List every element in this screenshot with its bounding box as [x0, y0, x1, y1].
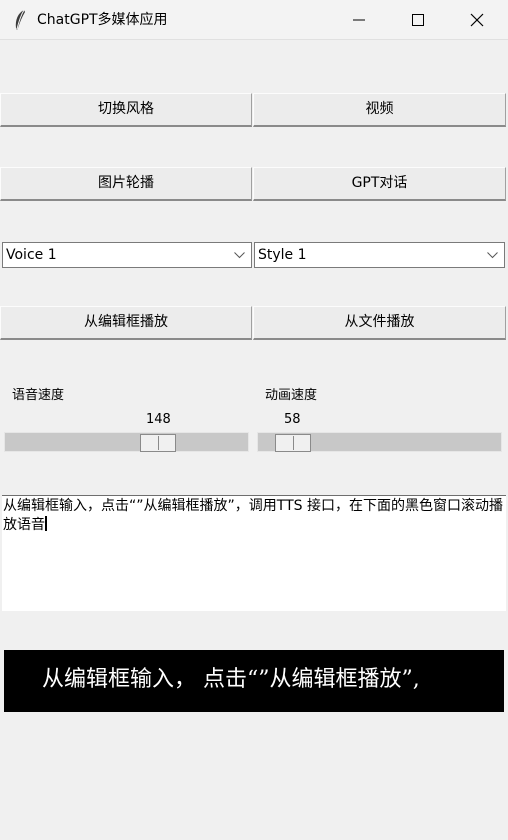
voice-speed-label: 语音速度 — [12, 388, 65, 403]
window-title: ChatGPT多媒体应用 — [37, 12, 168, 28]
voice-speed-value: 148 — [146, 412, 171, 427]
text-cursor — [45, 516, 47, 531]
feather-icon — [15, 9, 25, 30]
close-icon — [470, 13, 484, 27]
marquee-text: 从编辑框输入， 点击“”从编辑框播放”, — [42, 667, 420, 692]
title-bar: ChatGPT多媒体应用 — [0, 0, 508, 40]
voice-speed-slider[interactable] — [4, 432, 249, 452]
style-select-value: Style 1 — [258, 247, 307, 263]
voice-select-value: Voice 1 — [6, 247, 57, 263]
slideshow-button[interactable]: 图片轮播 — [0, 167, 252, 201]
close-button[interactable] — [454, 0, 500, 40]
animation-speed-label: 动画速度 — [265, 388, 318, 403]
maximize-button[interactable] — [395, 0, 441, 40]
play-from-editor-button[interactable]: 从编辑框播放 — [0, 306, 252, 340]
minimize-icon — [353, 19, 365, 21]
text-editor-content: 从编辑框输入，点击“”从编辑框播放”，调用TTS 接口，在下面的黑色窗口滚动播放… — [3, 498, 503, 533]
voice-select[interactable]: Voice 1 — [2, 242, 252, 268]
switch-style-button[interactable]: 切换风格 — [0, 93, 252, 127]
gpt-chat-button[interactable]: GPT对话 — [253, 167, 506, 201]
animation-speed-value: 58 — [284, 412, 301, 427]
text-editor[interactable]: 从编辑框输入，点击“”从编辑框播放”，调用TTS 接口，在下面的黑色窗口滚动播放… — [2, 495, 506, 611]
animation-speed-slider[interactable] — [257, 432, 502, 452]
video-button[interactable]: 视频 — [253, 93, 506, 127]
animation-speed-slider-handle[interactable] — [275, 434, 311, 452]
style-select[interactable]: Style 1 — [254, 242, 505, 268]
marquee-display: 从编辑框输入， 点击“”从编辑框播放”, — [4, 650, 504, 712]
chevron-down-icon — [487, 252, 498, 259]
maximize-icon — [412, 14, 424, 26]
minimize-button[interactable] — [336, 0, 382, 40]
voice-speed-slider-handle[interactable] — [140, 434, 176, 452]
play-from-file-button[interactable]: 从文件播放 — [253, 306, 506, 340]
chevron-down-icon — [234, 252, 245, 259]
